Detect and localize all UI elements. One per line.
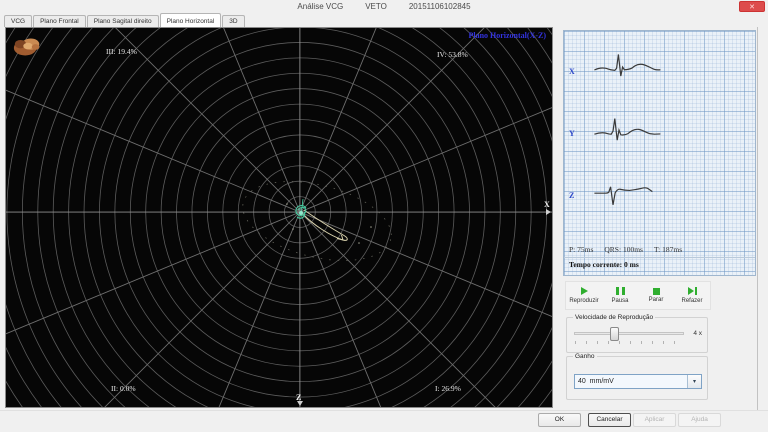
tab-strip: VCG Plano Frontal Plano Sagital direito … [4,13,768,27]
quadrant-ii-label: II: 0.0% [111,384,136,393]
speed-groupbox: Velocidade de Reprodução 4 x [566,317,708,353]
speed-slider[interactable] [574,332,684,335]
quadrant-i-label: I: 26.9% [435,384,461,393]
x-axis-label: X [544,200,550,209]
ecg-leads-panel: X Y Z P: 75ms QRS: 100ms T: 187ms Tempo … [563,30,756,276]
footer-separator [0,410,768,411]
lead-y-label: Y [569,129,575,138]
speed-value: 4 x [693,330,702,337]
stop-label: Parar [649,297,664,303]
lead-z-label: Z [569,191,574,200]
vcg-vector-loop [231,163,431,263]
x-axis-arrow-icon [546,209,551,215]
interval-readouts: P: 75ms QRS: 100ms T: 187ms [569,245,682,254]
lead-z-waveform [592,172,664,212]
chevron-down-icon: ▾ [693,378,696,385]
tempo-separator [564,257,755,258]
ok-button[interactable]: OK [538,413,581,427]
gain-group-label: Ganho [573,353,597,361]
speed-slider-thumb[interactable] [610,327,619,341]
play-label: Reproduzir [569,298,598,304]
heart-orientation-icon [9,31,47,63]
stop-icon [653,288,660,295]
replay-button[interactable]: Refazer [674,282,710,309]
tab-plano-sagital-direito[interactable]: Plano Sagital direito [87,15,159,27]
qrs-interval: QRS: 100ms [604,245,643,254]
gain-selected-value: 40 mm/mV [575,375,687,388]
lead-y-waveform [592,107,664,147]
play-button[interactable]: Reproduzir [566,282,602,309]
speed-group-label: Velocidade de Reprodução [573,314,655,322]
app-title: Análise VCG [297,2,343,11]
analise-vcg-window: { "window": { "title_app": "Análise VCG"… [0,0,768,432]
help-button: Ajuda [678,413,721,427]
pause-label: Pausa [611,298,628,304]
right-panel-divider [757,27,758,410]
gain-combobox[interactable]: 40 mm/mV ▾ [574,374,702,389]
replay-label: Refazer [681,298,702,304]
quadrant-iv-label: IV: 53.8% [437,50,468,59]
close-icon: ✕ [749,4,755,11]
exam-id: 20151106102845 [409,2,471,11]
close-button[interactable]: ✕ [739,1,765,12]
patient-name: VETO [365,2,387,11]
tab-vcg[interactable]: VCG [4,15,32,27]
p-interval: P: 75ms [569,245,593,254]
tab-3d[interactable]: 3D [222,15,244,27]
title-bar: Análise VCG VETO 20151106102845 [0,0,768,13]
t-interval: T: 187ms [654,245,682,254]
lead-x-label: X [569,67,575,76]
tab-plano-horizontal[interactable]: Plano Horizontal [160,13,222,27]
plot-title: Plano Horizontal(X-Z) [468,31,546,40]
apply-button: Aplicar [633,413,676,427]
play-icon [581,287,588,295]
cancel-button[interactable]: Cancelar [588,413,631,427]
playback-toolbar: Reproduzir Pausa Parar Refazer [565,281,711,310]
quadrant-iii-label: III: 19.4% [106,47,137,56]
pause-button[interactable]: Pausa [602,282,638,309]
vcg-polar-plot: Plano Horizontal(X-Z) III: 19.4% IV: 53.… [5,27,553,408]
speed-slider-ticks [575,341,685,344]
replay-icon [688,287,697,295]
gain-dropdown-button[interactable]: ▾ [687,375,701,388]
gain-groupbox: Ganho 40 mm/mV ▾ [566,356,708,400]
pause-icon [616,287,625,295]
current-time-readout: Tempo corrente: 0 ms [569,260,639,269]
tab-plano-frontal[interactable]: Plano Frontal [33,15,86,27]
z-axis-arrow-icon [297,401,303,406]
stop-button[interactable]: Parar [638,282,674,309]
lead-x-waveform [592,44,664,84]
